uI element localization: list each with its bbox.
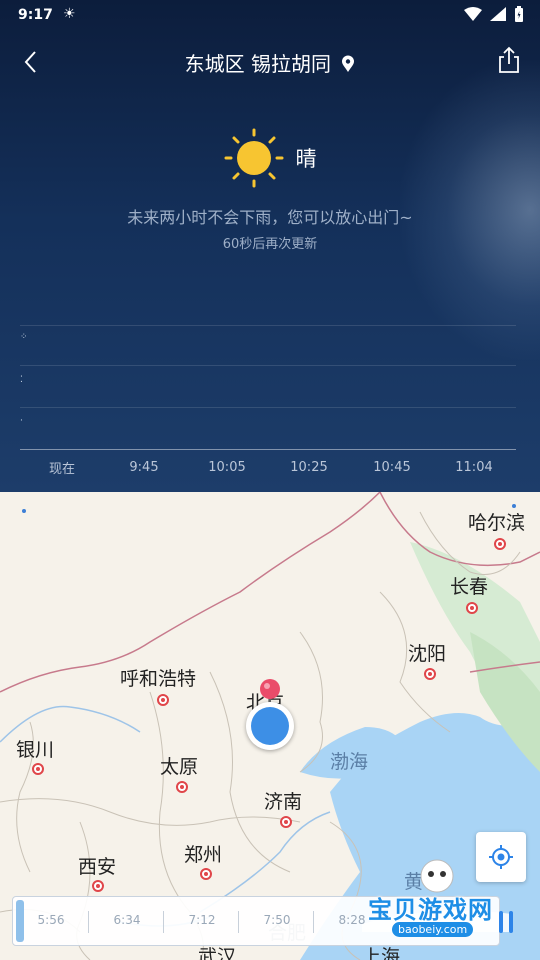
timeline-tick (313, 911, 314, 933)
chart-x-label: 10:05 (208, 460, 246, 475)
city-dot (200, 868, 212, 880)
current-weather: 晴 (0, 128, 540, 188)
header: 东城区 锡拉胡同 (0, 44, 540, 78)
city-dot (280, 816, 292, 828)
watermark-url: baobeiy.com (392, 922, 474, 937)
share-button[interactable] (496, 46, 522, 74)
city-dot (424, 668, 436, 680)
timeline-label: 8:28 (338, 913, 366, 927)
city-label: 哈尔滨 (468, 512, 526, 534)
watermark-brand: 宝贝游戏网 (368, 896, 493, 924)
status-icons (464, 6, 524, 22)
chart-x-label: 11:04 (455, 460, 493, 475)
city-dot (92, 880, 104, 892)
timeline-tick (163, 911, 164, 933)
chart-x-label: 10:25 (290, 460, 328, 475)
radar-map[interactable]: 哈尔滨 长春 沈阳 呼和浩特 北京 银川 太原 济南 郑州 西安 武汉 上海 合… (0, 492, 540, 960)
chart-gridline (20, 365, 516, 366)
sea-label: 渤海 (330, 751, 369, 773)
sun-icon (224, 128, 283, 188)
signal-icon (490, 7, 506, 21)
city-label: 呼和浩特 (120, 668, 197, 690)
city-dot (466, 602, 478, 614)
precipitation-chart: ⁘ ⁚ · 现在 9:45 10:05 10:25 10:45 11:04 (20, 322, 516, 482)
level-icon-light: · (20, 416, 23, 426)
city-dot (32, 763, 44, 775)
timeline-tick (238, 911, 239, 933)
forecast-message: 未来两小时不会下雨，您可以放心出门~ (127, 208, 413, 227)
city-dot (176, 781, 188, 793)
chart-x-label: 10:45 (373, 460, 411, 475)
status-time: 9:17 (18, 7, 53, 23)
level-icon-medium: ⁚ (20, 375, 23, 385)
location-pin-icon (342, 55, 355, 72)
location-title: 东城区 锡拉胡同 (184, 52, 331, 76)
city-label: 西安 (78, 856, 117, 878)
timeline-label: 5:56 (37, 913, 65, 927)
city-label: 济南 (264, 791, 303, 813)
status-bar: 9:17 ☀ (0, 0, 540, 32)
city-label: 太原 (160, 756, 199, 778)
location-title-group[interactable]: 东城区 锡拉胡同 (0, 48, 540, 77)
level-icon-heavy: ⁘ (20, 332, 28, 342)
current-location-marker[interactable] (246, 702, 294, 750)
city-dot (494, 538, 506, 550)
chart-gridline (20, 407, 516, 408)
timeline-label: 7:50 (263, 913, 291, 927)
city-label: 郑州 (184, 844, 223, 866)
city-label: 沈阳 (408, 643, 447, 665)
wifi-icon (464, 7, 482, 21)
timeline-handle[interactable] (16, 900, 24, 942)
city-dot (157, 694, 169, 706)
timeline-tick (88, 911, 89, 933)
weather-condition: 晴 (295, 147, 317, 171)
timeline-label: 6:34 (113, 913, 141, 927)
update-message: 60秒后再次更新 (222, 237, 318, 252)
city-label: 银川 (16, 739, 55, 761)
city-label: 长春 (450, 576, 489, 598)
status-sun-icon: ☀ (63, 6, 76, 22)
chart-gridline (20, 325, 516, 326)
pause-bar (499, 911, 503, 933)
weather-panel: 9:17 ☀ 东城区 锡拉胡同 晴 未来两小时不会下雨，您可以放心出门~ 60秒 (0, 0, 540, 492)
current-location-dot (251, 707, 289, 745)
chart-x-label: 9:45 (129, 460, 159, 475)
battery-icon (515, 6, 523, 22)
chart-axis (20, 449, 516, 450)
chart-x-label: 现在 (48, 462, 76, 477)
pause-bar (509, 911, 513, 933)
timeline-label: 7:12 (188, 913, 216, 927)
